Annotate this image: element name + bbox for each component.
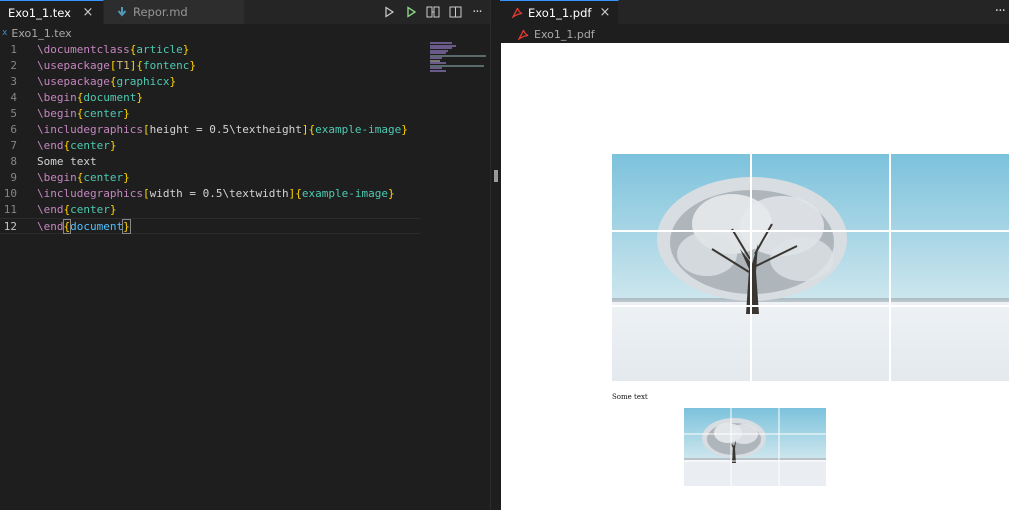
line-number: 4 (10, 91, 17, 104)
tab-repor-md[interactable]: Repor.md (103, 0, 245, 24)
latex-argument: center (70, 203, 110, 216)
latex-text: Some text (37, 155, 97, 168)
latex-argument: center (70, 139, 110, 152)
latex-argument: center (83, 107, 124, 120)
code-line: 7 \end{center} (0, 138, 420, 154)
latex-command: \usepackage (37, 75, 110, 88)
view-pdf-icon[interactable] (424, 3, 442, 21)
minimap[interactable] (430, 42, 488, 72)
code-line: 3 \usepackage{graphicx} (0, 74, 420, 90)
latex-option: T1 (116, 59, 130, 72)
close-icon[interactable]: × (81, 5, 95, 20)
more-actions-icon[interactable]: ··· (468, 3, 486, 21)
line-number: 6 (10, 123, 17, 136)
tex-file-icon: x (2, 28, 8, 38)
tab-label: Repor.md (132, 5, 188, 19)
breadcrumb-file: Exo1_1.tex (11, 26, 72, 40)
latex-argument: document (83, 91, 137, 104)
latex-argument: center (83, 171, 124, 184)
line-number: 8 (10, 155, 17, 168)
breadcrumb[interactable]: x Exo1_1.tex (0, 24, 72, 42)
latex-argument: article (136, 43, 183, 56)
bracket-match: } (122, 219, 131, 234)
latex-argument: example-image (315, 123, 402, 136)
latex-argument: example-image (301, 187, 389, 200)
editor-tabbar: Exo1_1.tex × Repor.md ··· (0, 0, 490, 24)
code-line: 2 \usepackage[T1]{fontenc} (0, 58, 420, 74)
latex-command: \begin (37, 171, 77, 184)
editor-group: Exo1_1.tex × Repor.md ··· x Exo1_1.tex 1… (0, 0, 490, 510)
pdf-breadcrumb[interactable]: Exo1_1.pdf (518, 26, 595, 42)
latex-command: \begin (37, 107, 77, 120)
code-line: 1 \documentclass{article} (0, 42, 420, 58)
line-number: 12 (3, 220, 17, 233)
editor-actions: ··· (380, 0, 486, 24)
latex-option: width = 0.5\textwidth (149, 187, 289, 200)
pdf-page[interactable]: Some text (501, 43, 1009, 510)
latex-command: \includegraphics (37, 187, 143, 200)
pdf-tabbar: Exo1_1.pdf × ··· (500, 0, 1009, 24)
latex-command: \end (37, 203, 64, 216)
pdf-icon (518, 29, 529, 40)
split-editor-icon[interactable] (446, 3, 464, 21)
latex-argument: fontenc (142, 59, 190, 72)
close-icon[interactable]: × (599, 5, 610, 20)
example-image-large (612, 154, 1009, 381)
line-number: 11 (3, 203, 17, 216)
latex-command: \usepackage (37, 59, 110, 72)
line-number: 10 (3, 187, 17, 200)
line-number: 7 (10, 139, 17, 152)
latex-command: \end (37, 139, 64, 152)
latex-command: \includegraphics (37, 123, 143, 136)
code-line-current: 12 \end{document} (0, 218, 420, 234)
editor-split-divider[interactable] (490, 0, 500, 510)
breadcrumb-file: Exo1_1.pdf (534, 27, 595, 41)
tab-exo1-tex[interactable]: Exo1_1.tex × (0, 0, 104, 24)
code-line: 9 \begin{center} (0, 170, 420, 186)
pdf-icon (512, 7, 523, 18)
latex-command: \end (37, 220, 64, 233)
tab-exo1-pdf[interactable]: Exo1_1.pdf × (500, 0, 620, 24)
latex-command: \begin (37, 91, 77, 104)
code-area[interactable]: 1 \documentclass{article} 2 \usepackage[T1… (0, 42, 420, 234)
run-icon[interactable] (380, 3, 398, 21)
line-number: 9 (10, 171, 17, 184)
latex-option: height = 0.5\textheight (149, 123, 302, 136)
latex-argument: graphicx (116, 75, 170, 88)
code-line: 4 \begin{document} (0, 90, 420, 106)
build-run-icon[interactable] (402, 3, 420, 21)
line-number: 3 (10, 75, 17, 88)
tab-label: Exo1_1.pdf (528, 5, 592, 20)
line-number: 5 (10, 107, 17, 120)
pdf-some-text: Some text (612, 393, 648, 401)
sash-handle[interactable] (494, 170, 498, 182)
line-number: 1 (10, 43, 17, 56)
code-line: 8 Some text (0, 154, 420, 170)
example-image-small (684, 408, 826, 486)
tab-label: Exo1_1.tex (8, 5, 71, 20)
code-line: 10 \includegraphics[width = 0.5\textwidth… (0, 186, 420, 202)
code-line: 6 \includegraphics[height = 0.5\textheigh… (0, 122, 420, 138)
latex-command: \documentclass (37, 43, 130, 56)
pdf-group: Exo1_1.pdf × ··· Exo1_1.pdf Some text (500, 0, 1009, 510)
markdown-icon (116, 6, 128, 18)
code-line: 5 \begin{center} (0, 106, 420, 122)
line-number: 2 (10, 59, 17, 72)
latex-argument: document (70, 220, 124, 233)
more-actions-icon[interactable]: ··· (995, 3, 1006, 19)
code-line: 11 \end{center} (0, 202, 420, 218)
